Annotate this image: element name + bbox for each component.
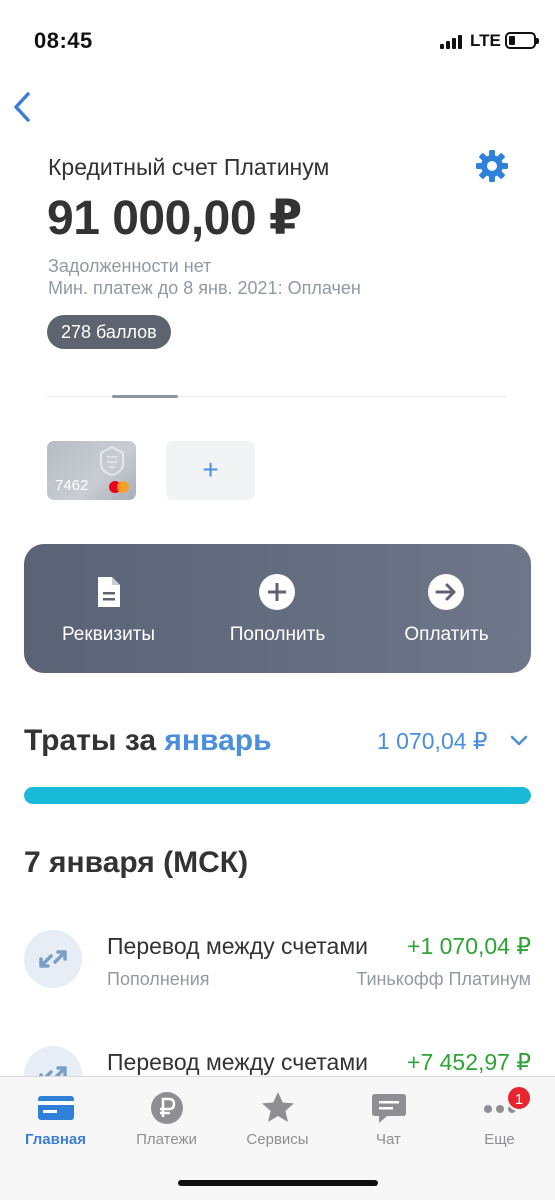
notification-badge: 1 <box>506 1085 532 1111</box>
actions-panel: Реквизиты Пополнить Оплатить <box>24 544 531 673</box>
add-card-button[interactable]: + <box>166 441 255 500</box>
details-label: Реквизиты <box>61 624 156 645</box>
pay-button[interactable]: Оплатить <box>362 544 531 673</box>
transfer-icon <box>24 930 82 988</box>
top-up-label: Пополнить <box>229 624 326 645</box>
transaction-title: Перевод между счетами <box>107 1049 368 1075</box>
battery-icon <box>505 32 539 49</box>
tab-label: Еще <box>484 1131 515 1148</box>
spending-expand-button[interactable] <box>508 730 530 752</box>
points-badge[interactable]: 278 баллов <box>47 315 171 349</box>
transaction-amount: +7 452,97 ₽ <box>397 1049 531 1076</box>
document-icon <box>98 577 120 607</box>
arrow-right-circle-icon <box>428 574 464 610</box>
plus-circle-icon <box>259 574 295 610</box>
spending-title-prefix: Траты за <box>24 724 157 757</box>
tab-label: Чат <box>376 1131 401 1148</box>
debt-status: Задолженности нет <box>48 256 212 276</box>
transaction-category: Пополнения <box>107 969 210 989</box>
pay-label: Оплатить <box>404 624 489 645</box>
min-payment-status: Мин. платеж до 8 янв. 2021: Оплачен <box>48 278 361 298</box>
tab-home[interactable]: Главная <box>0 1077 111 1167</box>
tab-chat[interactable]: Чат <box>333 1077 444 1167</box>
card-icon <box>38 1096 74 1120</box>
tab-payments[interactable]: Платежи <box>111 1077 222 1167</box>
ruble-icon <box>151 1092 183 1124</box>
chevron-down-icon <box>510 735 528 746</box>
top-up-button[interactable]: Пополнить <box>193 544 362 673</box>
spending-progress-fill <box>24 787 531 804</box>
account-balance: 91 000,00 ₽ <box>47 192 302 245</box>
settings-button[interactable] <box>474 148 510 184</box>
card-last-digits: 7462 <box>55 477 89 494</box>
spending-title: Траты за январь <box>24 724 272 758</box>
spending-month-selector[interactable]: январь <box>164 724 271 757</box>
home-indicator <box>178 1180 378 1186</box>
mastercard-icon <box>109 481 131 493</box>
status-bar: 08:45 LTE <box>0 0 555 80</box>
details-button[interactable]: Реквизиты <box>24 544 193 673</box>
transaction-account: Тинькофф Платинум <box>356 969 531 989</box>
tab-services[interactable]: Сервисы <box>222 1077 333 1167</box>
page-indicator <box>112 395 178 398</box>
spending-progress-bar <box>24 787 531 804</box>
transaction-title: Перевод между счетами <box>107 933 368 959</box>
card-emblem-icon <box>100 445 124 477</box>
star-icon <box>262 1092 294 1122</box>
back-button[interactable] <box>8 88 38 128</box>
tab-label: Платежи <box>136 1131 197 1148</box>
bank-card[interactable]: 7462 <box>47 441 136 500</box>
network-label: LTE <box>470 31 501 50</box>
chevron-left-icon <box>14 92 30 122</box>
tab-label: Сервисы <box>246 1131 309 1148</box>
status-time: 08:45 <box>34 28 93 53</box>
signal-icon <box>440 35 464 49</box>
account-name: Кредитный счет Платинум <box>48 154 330 180</box>
spending-total: 1 070,04 ₽ <box>377 728 488 754</box>
date-header: 7 января (МСК) <box>24 846 249 879</box>
tab-label: Главная <box>24 1131 86 1148</box>
gear-icon <box>476 150 508 182</box>
transaction-row[interactable]: Перевод между счетами +1 070,04 ₽ Пополн… <box>0 930 555 1010</box>
transaction-amount: +1 070,04 ₽ <box>397 933 531 960</box>
chat-icon <box>372 1094 406 1123</box>
tab-more[interactable]: 1 Еще <box>444 1077 555 1167</box>
